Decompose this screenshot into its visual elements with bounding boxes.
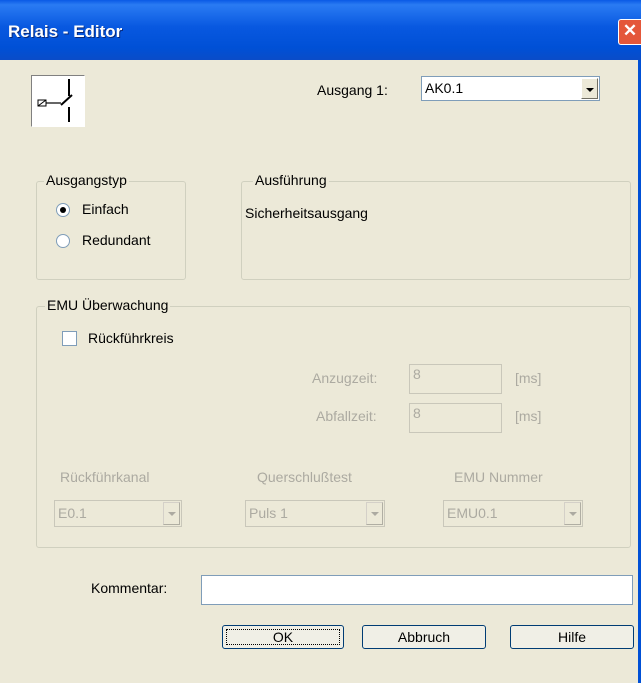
kommentar-label: Kommentar: [91,580,168,596]
rueckfuehrkanal-label: Rückführkanal [60,469,150,485]
output-dropdown-button[interactable] [581,78,598,99]
querschlusstest-dropdown-button[interactable] [366,502,383,525]
querschlusstest-value: Puls 1 [249,505,288,521]
ausfuehrung-title: Ausführung [253,172,329,188]
emu-nummer-value: EMU0.1 [447,505,498,521]
einfach-radio[interactable] [56,203,70,217]
output-select[interactable]: AK0.1 [421,76,600,101]
ausgangstyp-title: Ausgangstyp [44,172,129,188]
emu-nummer-select[interactable]: EMU0.1 [443,500,583,527]
anzugzeit-label: Anzugzeit: [312,370,378,386]
querschlusstest-label: Querschlußtest [257,469,352,485]
rueckfuehrkanal-select[interactable]: E0.1 [54,500,182,527]
help-label: Hilfe [557,629,586,645]
querschlusstest-select[interactable]: Puls 1 [245,500,385,527]
rueckfuehrkanal-dropdown-button[interactable] [163,502,180,525]
redundant-label[interactable]: Redundant [82,232,151,248]
rueckfuehrkreis-label[interactable]: Rückführkreis [88,330,174,346]
anzugzeit-input[interactable]: 8 [409,364,502,394]
einfach-label[interactable]: Einfach [82,201,129,217]
ausfuehrung-value: Sicherheitsausgang [245,205,368,221]
chevron-down-icon [569,512,577,516]
emu-nummer-dropdown-button[interactable] [564,502,581,525]
ok-button[interactable]: OK [222,625,344,649]
help-button[interactable]: Hilfe [510,625,634,649]
close-icon: ✕ [622,21,638,40]
rueckfuehrkanal-value: E0.1 [58,505,87,521]
emu-nummer-label: EMU Nummer [454,469,543,485]
output-label: Ausgang 1: [317,82,388,98]
abfallzeit-unit: [ms] [515,408,542,424]
abfallzeit-input[interactable]: 8 [409,403,502,433]
rueckfuehrkreis-checkbox[interactable] [62,331,77,346]
close-button[interactable]: ✕ [618,19,641,45]
chevron-down-icon [168,512,176,516]
abfallzeit-value: 8 [413,405,421,421]
emu-title: EMU Überwachung [45,297,171,313]
chevron-down-icon [586,88,594,92]
anzugzeit-value: 8 [413,366,421,382]
cancel-label: Abbruch [397,629,451,645]
ausgangstyp-group [36,181,186,280]
title-bar[interactable]: Relais - Editor ✕ [0,0,641,60]
anzugzeit-unit: [ms] [515,370,542,386]
ok-label: OK [226,629,340,645]
abfallzeit-label: Abfallzeit: [316,408,377,424]
relais-editor-window: Relais - Editor ✕ Ausgang 1: AK0.1 Ausga… [0,0,641,683]
output-value: AK0.1 [425,80,464,96]
ausfuehrung-group [241,181,631,280]
redundant-radio[interactable] [56,234,70,248]
relay-contact-icon [31,75,85,127]
window-title: Relais - Editor [8,22,123,41]
kommentar-input[interactable] [201,575,633,605]
cancel-button[interactable]: Abbruch [362,625,486,649]
chevron-down-icon [371,512,379,516]
